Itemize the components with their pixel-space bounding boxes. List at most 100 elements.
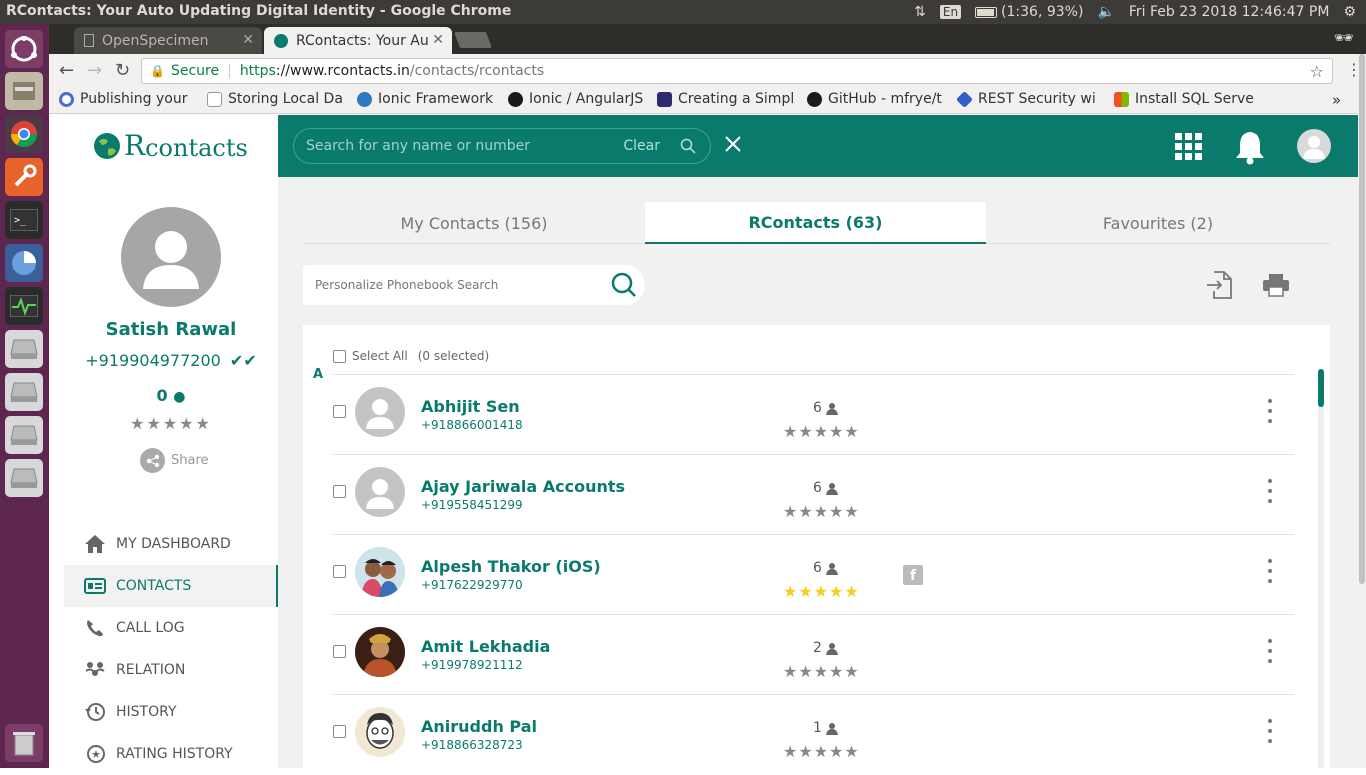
more-options-icon[interactable] [1267, 639, 1273, 667]
bookmark-icon [59, 91, 74, 107]
clear-search-button[interactable]: Clear [623, 138, 660, 154]
share-button[interactable]: Share [140, 448, 209, 473]
close-tab-icon[interactable]: ✕ [242, 32, 254, 48]
row-checkbox[interactable] [333, 725, 346, 738]
contact-row[interactable]: Aniruddh Pal +918866328723 1 ★★★★★ [333, 694, 1294, 774]
bookmark-item[interactable]: Storing Local Da [207, 91, 347, 107]
facebook-icon[interactable]: f [903, 565, 923, 585]
person-icon: ● [173, 389, 186, 405]
drive-icon-2[interactable] [5, 373, 43, 411]
bookmark-item[interactable]: Publishing your [59, 91, 199, 107]
bookmark-item[interactable]: REST Security wi [957, 91, 1107, 107]
contact-avatar[interactable] [355, 547, 405, 597]
contact-row[interactable]: Amit Lekhadia +919978921112 2 ★★★★★ [333, 614, 1294, 694]
select-all-checkbox[interactable] [333, 349, 346, 363]
page-scrollbar[interactable] [1358, 54, 1366, 768]
contact-avatar[interactable] [355, 707, 405, 757]
network-icon[interactable]: ⇅ [914, 4, 926, 20]
phonebook-search-input[interactable]: Personalize Phonebook Search [303, 265, 645, 305]
forward-arrow-icon[interactable]: → [87, 60, 102, 81]
clock[interactable]: Fri Feb 23 2018 12:46:47 PM [1129, 4, 1330, 20]
address-bar[interactable]: 🔒 Secure | https ://www.rcontacts.in /co… [141, 58, 1333, 84]
bookmark-item[interactable]: GitHub - mfrye/t [807, 91, 947, 107]
row-checkbox[interactable] [333, 565, 346, 578]
tab-rcontacts[interactable]: RContacts (63) [645, 202, 986, 244]
github-icon [508, 91, 523, 107]
contact-rating-stars[interactable]: ★★★★★ [783, 502, 860, 521]
contact-row[interactable]: Ajay Jariwala Accounts +919558451299 6 ★… [333, 454, 1294, 534]
profile-avatar-icon[interactable] [1297, 129, 1331, 163]
phone-icon [84, 617, 106, 639]
nav-rating-history[interactable]: RATING HISTORY [64, 733, 278, 775]
tab-favourites[interactable]: Favourites (2) [986, 202, 1330, 244]
drive-icon-1[interactable] [5, 330, 43, 368]
nav-relation[interactable]: RELATION [64, 649, 278, 691]
reload-icon[interactable]: ↻ [115, 60, 130, 81]
contact-row[interactable]: Abhijit Sen +918866001418 6 ★★★★★ [333, 374, 1294, 454]
contact-avatar[interactable] [355, 467, 405, 517]
drive-icon-3[interactable] [5, 416, 43, 454]
tab-openspecimen[interactable]: OpenSpecimen ✕ [74, 27, 262, 54]
keyboard-indicator[interactable]: En [939, 5, 962, 19]
contact-name[interactable]: Alpesh Thakor (iOS) [421, 557, 601, 576]
rcontacts-logo[interactable]: Rcontacts [92, 129, 248, 162]
bookmark-item[interactable]: Ionic Framework [357, 91, 499, 107]
contact-name[interactable]: Aniruddh Pal [421, 717, 537, 736]
list-scrollbar-thumb[interactable] [1318, 369, 1324, 407]
trash-icon[interactable] [5, 724, 43, 762]
contact-rating-stars[interactable]: ★★★★★ [783, 742, 860, 761]
search-icon[interactable] [680, 138, 696, 158]
browser-app-icon[interactable] [5, 244, 43, 282]
page-scrollbar-thumb[interactable] [1359, 54, 1365, 584]
user-avatar[interactable] [121, 207, 221, 307]
list-scrollbar[interactable] [1318, 369, 1324, 768]
close-search-icon[interactable] [724, 135, 742, 157]
system-monitor-icon[interactable] [5, 287, 43, 325]
contact-avatar[interactable] [355, 627, 405, 677]
battery-indicator[interactable]: (1:36, 93%) [975, 4, 1083, 20]
bookmark-item[interactable]: Creating a Simpl [657, 91, 799, 107]
bookmark-item[interactable]: Install SQL Serve [1114, 91, 1264, 107]
close-tab-icon[interactable]: ✕ [432, 32, 444, 48]
contact-rating-stars[interactable]: ★★★★★ [783, 582, 860, 601]
volume-icon[interactable]: 🔈 [1097, 4, 1114, 20]
new-tab-button[interactable] [454, 32, 492, 48]
global-search-input[interactable]: Search for any name or number Clear [293, 128, 711, 164]
apps-grid-icon[interactable] [1175, 133, 1203, 165]
contact-rating-stars[interactable]: ★★★★★ [783, 422, 860, 441]
chrome-icon[interactable] [5, 115, 43, 153]
contact-row[interactable]: Alpesh Thakor (iOS) +917622929770 6 ★★★★… [333, 534, 1294, 614]
more-options-icon[interactable] [1267, 719, 1273, 747]
contact-name[interactable]: Abhijit Sen [421, 397, 520, 416]
contact-avatar[interactable] [355, 387, 405, 437]
row-checkbox[interactable] [333, 405, 346, 418]
bookmark-item[interactable]: Ionic / AngularJS [508, 91, 648, 107]
settings-gear-icon[interactable]: ⚙ [1343, 4, 1356, 20]
back-arrow-icon[interactable]: ← [59, 60, 74, 81]
nav-call-log[interactable]: CALL LOG [64, 607, 278, 649]
ubuntu-dash-icon[interactable] [5, 30, 43, 68]
nav-my-dashboard[interactable]: MY DASHBOARD [64, 523, 278, 565]
tools-icon[interactable] [5, 158, 43, 196]
bookmark-star-icon[interactable]: ☆ [1310, 62, 1324, 81]
more-bookmarks-button[interactable]: » [1332, 91, 1341, 109]
drive-icon-4[interactable] [5, 459, 43, 497]
terminal-icon[interactable]: >_ [5, 201, 43, 239]
more-options-icon[interactable] [1267, 399, 1273, 427]
import-export-icon[interactable] [1206, 271, 1232, 303]
row-checkbox[interactable] [333, 485, 346, 498]
contact-name[interactable]: Ajay Jariwala Accounts [421, 477, 625, 496]
file-manager-icon[interactable] [5, 72, 43, 110]
contact-rating-stars[interactable]: ★★★★★ [783, 662, 860, 681]
search-icon[interactable] [611, 272, 637, 301]
nav-contacts[interactable]: CONTACTS [64, 565, 278, 607]
nav-history[interactable]: HISTORY [64, 691, 278, 733]
row-checkbox[interactable] [333, 645, 346, 658]
notification-bell-icon[interactable] [1234, 129, 1266, 169]
tab-my-contacts[interactable]: My Contacts (156) [303, 202, 645, 244]
tab-rcontacts[interactable]: RContacts: Your Au ✕ [264, 27, 452, 54]
more-options-icon[interactable] [1267, 559, 1273, 587]
contact-name[interactable]: Amit Lekhadia [421, 637, 550, 656]
print-icon[interactable] [1262, 273, 1290, 301]
more-options-icon[interactable] [1267, 479, 1273, 507]
